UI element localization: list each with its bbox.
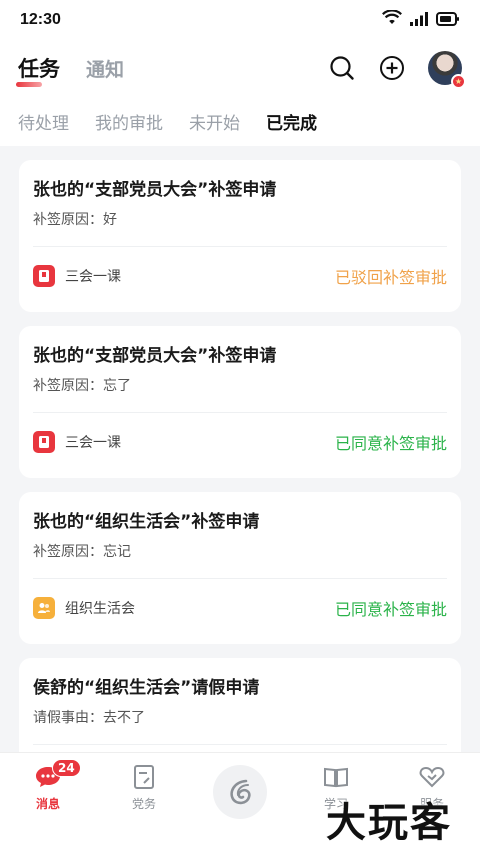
tab-completed[interactable]: 已完成 — [266, 109, 317, 134]
card-footer: 三会一课 已驳回补签审批 — [33, 260, 447, 292]
watermark: 大玩客 — [326, 800, 452, 846]
card-reason: 补签原因：忘了 — [33, 378, 131, 394]
heart-icon — [418, 763, 446, 791]
card-reason: 请假事由：去不了 — [33, 710, 145, 726]
card-title: 侯舒的“组织生活会”请假申请 — [33, 678, 260, 698]
battery-icon — [436, 11, 460, 30]
header: 任务 通知 ★ — [0, 40, 480, 96]
card-title: 张也的“组织生活会”补签申请 — [33, 512, 260, 532]
divider — [33, 744, 447, 745]
nav-party-affairs[interactable]: 党务 — [104, 763, 184, 853]
task-list: 张也的“支部党员大会”补签申请 补签原因：好 三会一课 已驳回补签审批 张也的“… — [0, 146, 480, 752]
tab-tasks[interactable]: 任务 — [16, 53, 60, 87]
signal-icon — [410, 11, 428, 30]
unread-badge: 24 — [52, 759, 81, 777]
category-label: 三会一课 — [65, 269, 121, 285]
status-bar: 12:30 — [0, 0, 480, 40]
nav-label: 党务 — [131, 797, 156, 811]
nav-messages[interactable]: 24 消息 — [8, 759, 88, 853]
divider — [33, 578, 447, 579]
card-footer: 组织生活会 已同意补签审批 — [33, 592, 447, 624]
tab-notifications[interactable]: 通知 — [86, 55, 124, 82]
card-reason: 补签原因：忘记 — [33, 544, 131, 560]
nav-label: 消息 — [35, 797, 60, 811]
book-icon — [33, 265, 55, 287]
card-title: 张也的“支部党员大会”补签申请 — [33, 346, 277, 366]
category-label: 组织生活会 — [65, 601, 135, 617]
category-label: 三会一课 — [65, 435, 121, 451]
task-card[interactable]: 张也的“支部党员大会”补签申请 补签原因：好 三会一课 已驳回补签审批 — [19, 160, 461, 312]
sub-tabs: 待处理 我的审批 未开始 已完成 — [0, 96, 480, 146]
book-icon — [33, 431, 55, 453]
approval-status: 已驳回补签审批 — [334, 268, 447, 287]
tab-pending[interactable]: 待处理 — [18, 109, 69, 134]
book-open-icon — [322, 763, 350, 791]
logo-swirl-icon — [213, 765, 267, 819]
people-icon — [33, 597, 55, 619]
party-badge-icon: ★ — [451, 74, 466, 89]
task-card[interactable]: 张也的“组织生活会”补签申请 补签原因：忘记 组织生活会 已同意补签审批 — [19, 492, 461, 644]
card-title: 张也的“支部党员大会”补签申请 — [33, 180, 277, 200]
header-actions: ★ — [328, 51, 466, 89]
task-card[interactable]: 张也的“支部党员大会”补签申请 补签原因：忘了 三会一课 已同意补签审批 — [19, 326, 461, 478]
search-icon[interactable] — [328, 54, 356, 82]
status-icons — [382, 9, 460, 30]
add-icon[interactable] — [378, 54, 406, 82]
nav-home-logo[interactable] — [200, 763, 280, 853]
divider — [33, 412, 447, 413]
tab-my-approvals[interactable]: 我的审批 — [95, 109, 163, 134]
task-card[interactable]: 侯舒的“组织生活会”请假申请 请假事由：去不了 — [19, 658, 461, 752]
tab-not-started[interactable]: 未开始 — [189, 109, 240, 134]
document-icon — [130, 763, 158, 791]
approval-status: 已同意补签审批 — [334, 600, 447, 619]
status-time: 12:30 — [20, 11, 61, 28]
approval-status: 已同意补签审批 — [334, 434, 447, 453]
card-footer: 三会一课 已同意补签审批 — [33, 426, 447, 458]
divider — [33, 246, 447, 247]
avatar[interactable]: ★ — [428, 51, 466, 89]
card-reason: 补签原因：好 — [33, 212, 117, 228]
wifi-icon — [382, 9, 402, 30]
